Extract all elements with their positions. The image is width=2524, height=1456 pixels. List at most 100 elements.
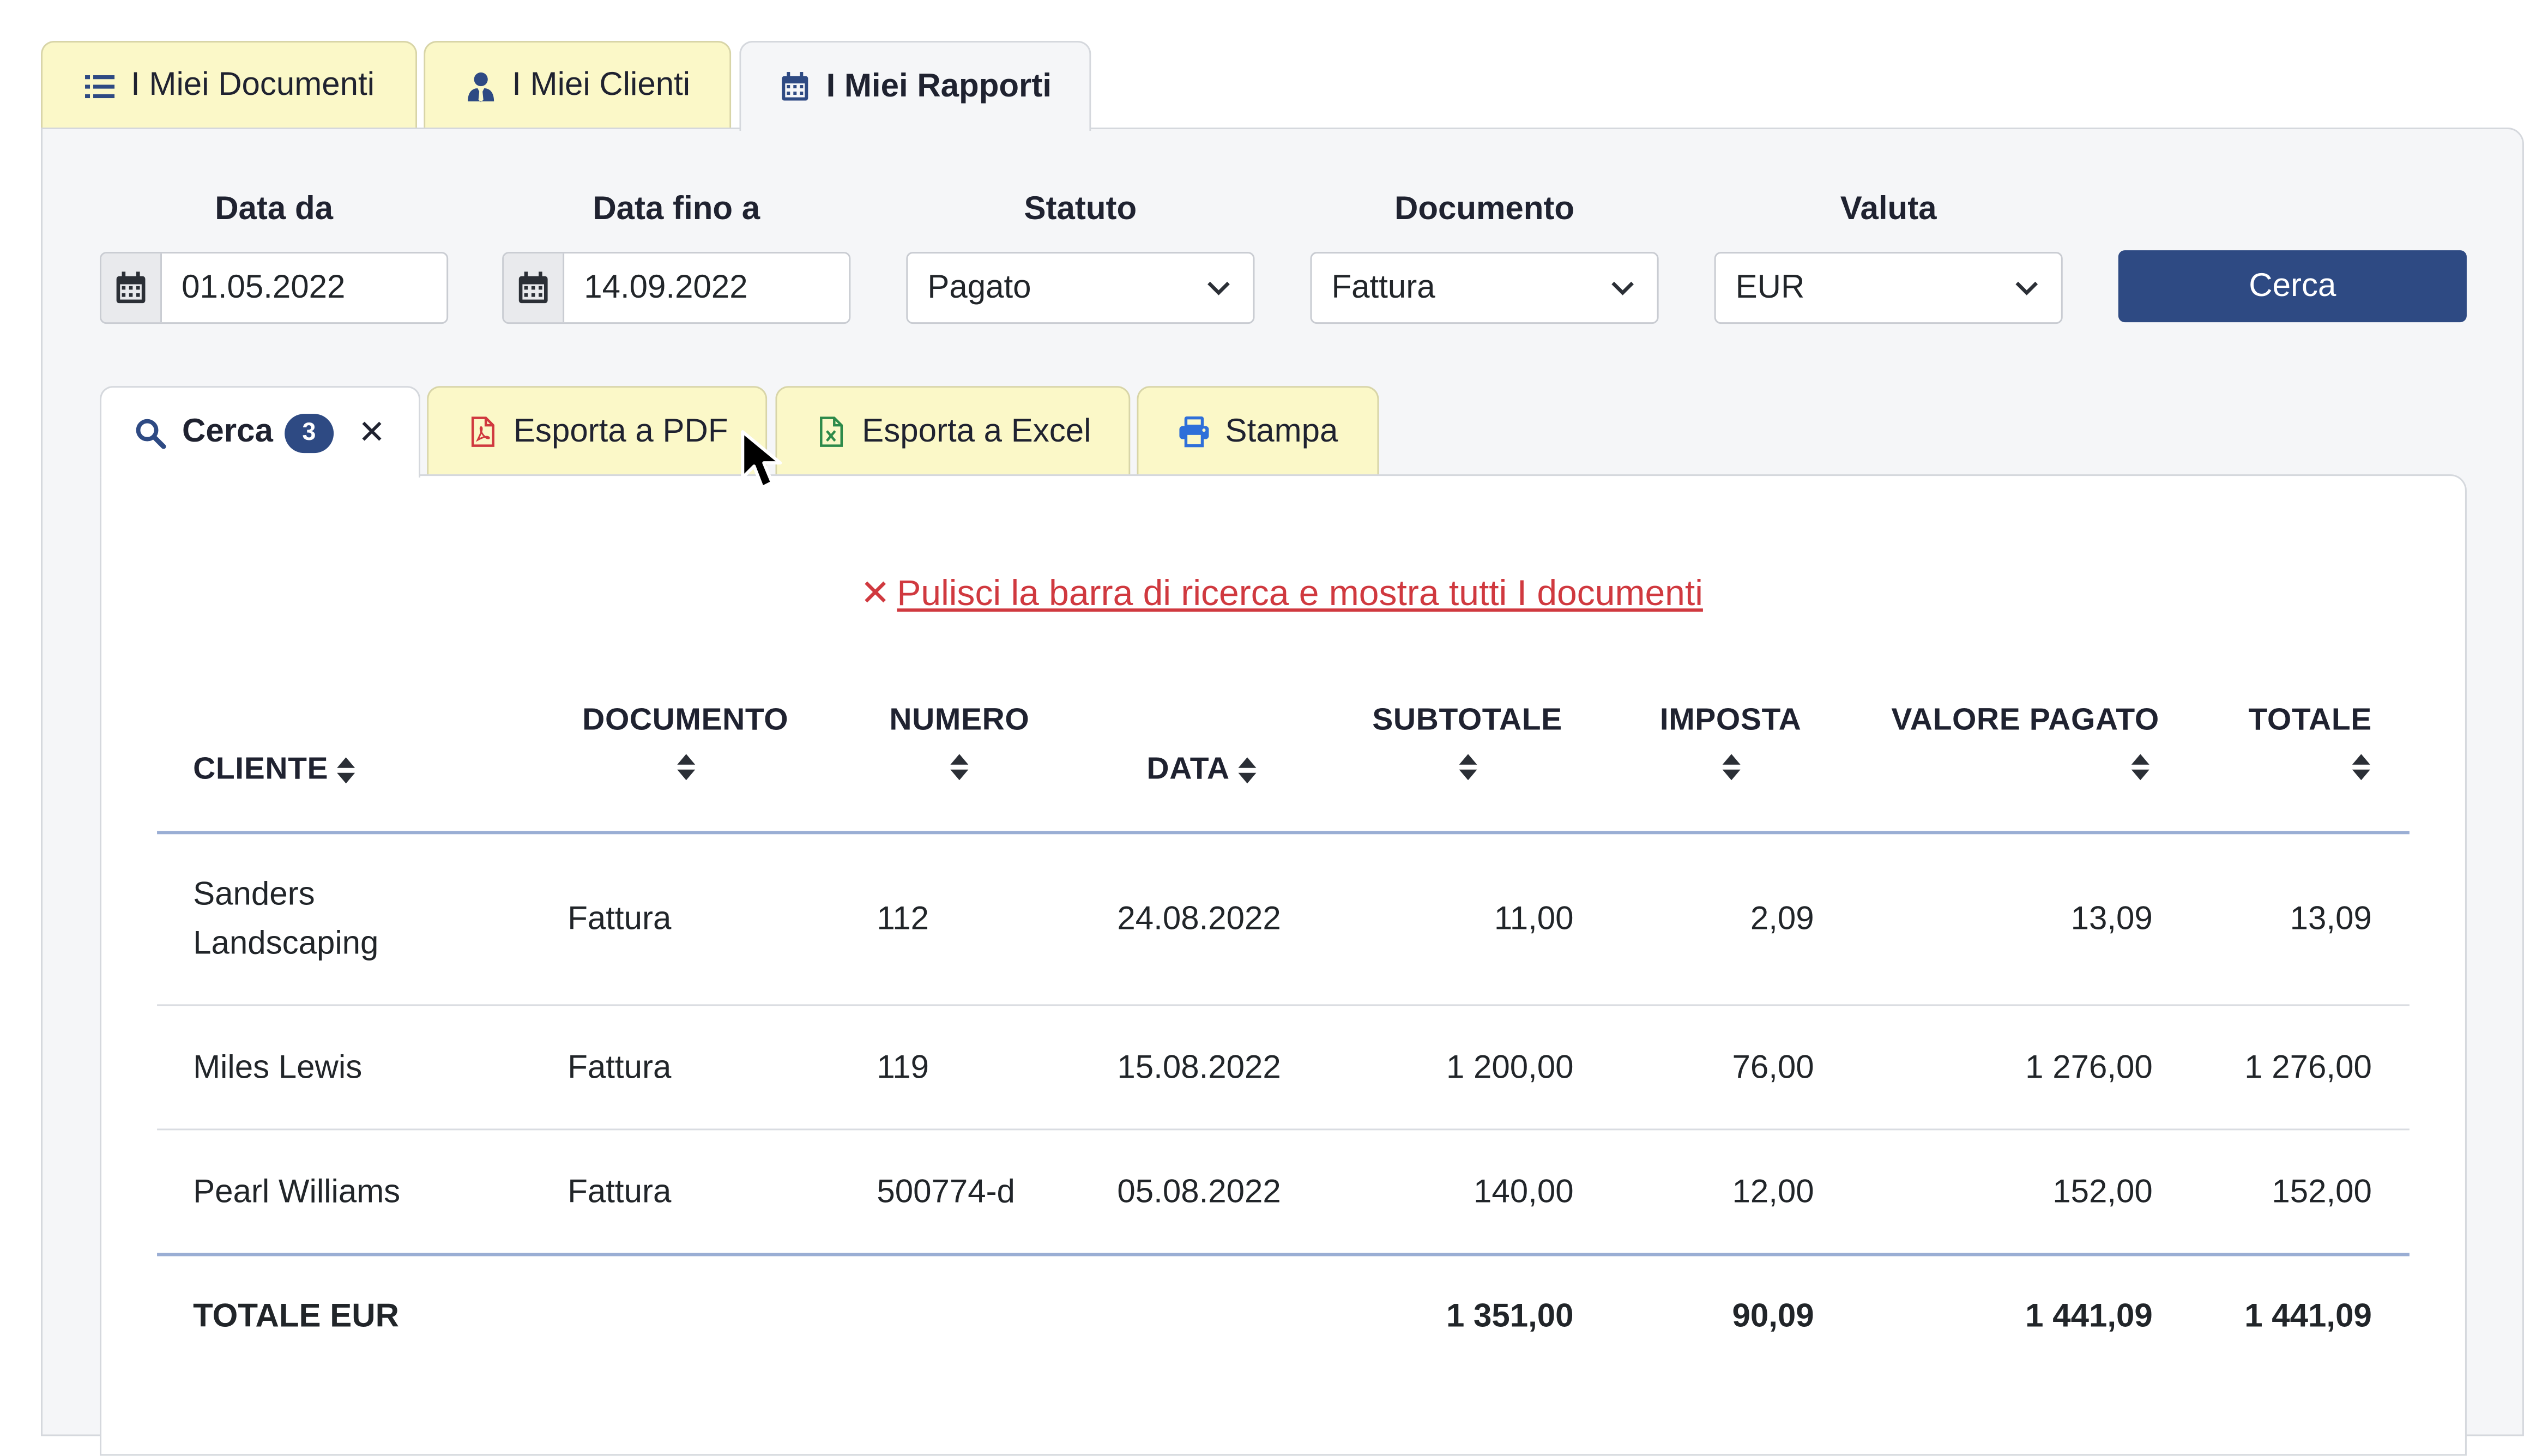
header-valore-pagato-label: VALORE PAGATO	[1891, 703, 2159, 738]
sort-icon	[2131, 754, 2149, 781]
cell-valore-pagato: 13,09	[2070, 901, 2153, 938]
cell-data: 24.08.2022	[1117, 901, 1281, 938]
list-icon	[85, 74, 115, 98]
header-data-label: DATA	[1146, 752, 1229, 787]
header-imposta[interactable]: IMPOSTA	[1649, 703, 1813, 781]
mouse-pointer-icon	[741, 430, 782, 490]
sort-icon	[337, 757, 355, 784]
cell-cliente: Miles Lewis	[193, 1050, 363, 1086]
tab-my-reports[interactable]: I Miei Rapporti	[739, 41, 1091, 131]
cell-imposta: 76,00	[1732, 1050, 1814, 1086]
tab-search[interactable]: Cerca 3 ✕	[100, 386, 421, 478]
close-icon[interactable]: ✕	[358, 412, 385, 453]
header-cliente[interactable]: CLIENTE	[193, 752, 355, 788]
clear-search-link[interactable]: ✕ Pulisci la barra di ricerca e mostra tu…	[0, 572, 2524, 615]
export-excel-tab[interactable]: Esporta a Excel	[775, 386, 1131, 476]
totals-label: TOTALE EUR	[193, 1298, 399, 1335]
total-totale: 1 441,09	[2244, 1298, 2372, 1335]
header-numero[interactable]: NUMERO	[878, 703, 1040, 781]
cell-numero: 112	[877, 901, 929, 938]
tab-label: I Miei Documenti	[131, 67, 375, 104]
currency-value: EUR	[1735, 269, 1805, 305]
results-count-badge: 3	[284, 413, 334, 452]
total-valore-pagato: 1 441,09	[2025, 1298, 2153, 1335]
date-from-field	[100, 252, 449, 324]
header-documento-label: DOCUMENTO	[582, 703, 789, 738]
cell-documento: Fattura	[567, 901, 672, 938]
print-tab[interactable]: Stampa	[1137, 386, 1379, 476]
sort-icon	[2352, 754, 2370, 781]
currency-select[interactable]: EUR	[1714, 252, 2063, 324]
chevron-down-icon	[1611, 281, 1634, 295]
header-data[interactable]: DATA	[1146, 752, 1256, 788]
export-pdf-label: Esporta a PDF	[513, 413, 728, 449]
cell-subtotale: 140,00	[1474, 1174, 1574, 1211]
document-select[interactable]: Fattura	[1310, 252, 1659, 324]
date-from-label: Data da	[215, 191, 333, 228]
sort-icon	[1237, 757, 1256, 784]
calendar-icon	[116, 271, 146, 304]
header-subtotale-label: SUBTOTALE	[1372, 703, 1562, 738]
calendar-icon	[518, 271, 548, 304]
date-from-input[interactable]	[162, 253, 447, 323]
table-header-divider	[157, 831, 2410, 835]
chevron-down-icon	[2015, 281, 2038, 295]
cell-documento: Fattura	[567, 1050, 672, 1086]
cell-valore-pagato: 1 276,00	[2025, 1050, 2153, 1086]
total-subtotale: 1 351,00	[1446, 1298, 1574, 1335]
cell-totale: 13,09	[2290, 901, 2372, 938]
table-footer-divider	[157, 1253, 2410, 1256]
cell-subtotale: 1 200,00	[1446, 1050, 1574, 1086]
cell-documento: Fattura	[567, 1174, 672, 1211]
cell-data: 05.08.2022	[1117, 1174, 1281, 1211]
row-divider	[157, 1004, 2410, 1006]
row-divider	[157, 1128, 2410, 1131]
date-to-label: Data fino a	[593, 191, 760, 228]
header-subtotale[interactable]: SUBTOTALE	[1361, 703, 1573, 781]
search-icon	[136, 418, 167, 449]
cell-valore-pagato: 152,00	[2052, 1174, 2153, 1211]
cell-numero: 500774-d	[877, 1174, 1015, 1211]
tab-my-documents[interactable]: I Miei Documenti	[41, 41, 418, 130]
export-pdf-tab[interactable]: Esporta a PDF	[427, 386, 768, 476]
sort-icon	[676, 754, 695, 781]
header-valore-pagato[interactable]: VALORE PAGATO	[1881, 703, 2159, 781]
tab-search-label: Cerca	[182, 414, 273, 450]
header-totale[interactable]: TOTALE	[2208, 703, 2372, 781]
cell-totale: 152,00	[2272, 1174, 2372, 1211]
calendar-button[interactable]	[101, 253, 162, 323]
tab-label: I Miei Rapporti	[826, 68, 1052, 104]
pdf-file-icon	[471, 416, 494, 447]
status-select[interactable]: Pagato	[906, 252, 1255, 324]
tab-label: I Miei Clienti	[512, 67, 691, 104]
status-label: Statuto	[1024, 191, 1137, 228]
cell-cliente-line2: Landscaping	[193, 926, 379, 962]
clear-search-label: Pulisci la barra di ricerca e mostra tut…	[897, 572, 1703, 614]
print-label: Stampa	[1225, 413, 1338, 449]
document-value: Fattura	[1331, 269, 1435, 305]
calendar-icon	[782, 72, 808, 101]
chevron-down-icon	[1207, 281, 1230, 295]
sort-icon	[1722, 754, 1740, 781]
sort-icon	[1458, 754, 1477, 781]
excel-file-icon	[819, 416, 843, 447]
status-value: Pagato	[927, 269, 1031, 305]
search-button[interactable]: Cerca	[2118, 250, 2467, 323]
header-totale-label: TOTALE	[2248, 703, 2372, 738]
header-numero-label: NUMERO	[889, 703, 1030, 738]
calendar-button[interactable]	[504, 253, 565, 323]
date-to-input[interactable]	[564, 253, 849, 323]
total-imposta: 90,09	[1732, 1298, 1814, 1335]
export-excel-label: Esporta a Excel	[862, 413, 1091, 449]
header-imposta-label: IMPOSTA	[1659, 703, 1802, 738]
clear-x-icon: ✕	[860, 572, 891, 614]
sort-icon	[950, 754, 969, 781]
cell-imposta: 12,00	[1732, 1174, 1814, 1211]
header-documento[interactable]: DOCUMENTO	[577, 703, 793, 781]
tab-my-clients[interactable]: I Miei Clienti	[424, 41, 732, 130]
document-label: Documento	[1394, 191, 1575, 228]
cell-imposta: 2,09	[1750, 901, 1814, 938]
cell-cliente: Pearl Williams	[193, 1174, 401, 1211]
cell-cliente: Sanders	[193, 877, 315, 913]
print-icon	[1179, 416, 1209, 448]
